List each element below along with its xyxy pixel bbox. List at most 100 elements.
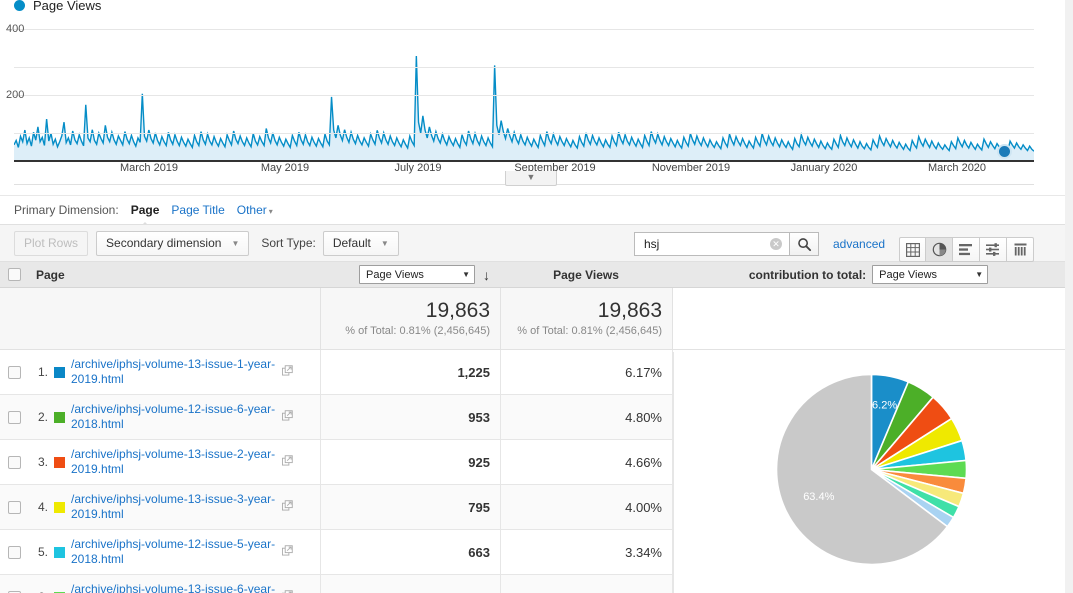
row-page-views: 663 bbox=[320, 530, 500, 574]
chevron-down-icon: ▼ bbox=[462, 270, 470, 279]
page-views-legend-dot bbox=[14, 0, 25, 11]
row-page-url[interactable]: /archive/iphsj-volume-13-issue-2-year-20… bbox=[71, 447, 278, 477]
x-tick-label: November 2019 bbox=[652, 162, 730, 174]
column-chart-icon bbox=[1014, 243, 1027, 256]
chevron-down-icon: ▾ bbox=[269, 207, 273, 216]
row-index: 3. bbox=[28, 455, 54, 469]
chart-plot-area[interactable] bbox=[14, 15, 1034, 160]
row-checkbox[interactable] bbox=[8, 546, 21, 559]
sort-type-button[interactable]: Default ▼ bbox=[323, 231, 399, 256]
row-percent: 2.94% bbox=[500, 575, 672, 593]
page-scrollbar[interactable] bbox=[1057, 0, 1065, 593]
sort-type-label: Sort Type: bbox=[261, 236, 315, 250]
chevron-down-icon: ▼ bbox=[231, 239, 239, 248]
select-all-cell bbox=[0, 268, 28, 281]
pie-slice-label: 6.2% bbox=[872, 399, 897, 411]
metric-select[interactable]: Page Views ▼ bbox=[359, 265, 475, 284]
header-metric-2[interactable]: Page Views bbox=[500, 268, 672, 282]
secondary-dimension-button[interactable]: Secondary dimension ▼ bbox=[96, 231, 249, 256]
open-in-new-icon[interactable] bbox=[282, 500, 293, 514]
primary-dimension-other[interactable]: Other▾ bbox=[237, 203, 273, 217]
row-select-cell bbox=[0, 530, 28, 574]
row-checkbox[interactable] bbox=[8, 366, 21, 379]
performance-view-icon[interactable] bbox=[953, 237, 980, 262]
gridline-100 bbox=[14, 133, 1034, 134]
gridline-400 bbox=[14, 29, 1034, 30]
plot-rows-button[interactable]: Plot Rows bbox=[14, 231, 88, 256]
row-page-views: 1,225 bbox=[320, 350, 500, 394]
timeline-chart: Page Views 400 200 March 2019May 2019Jul… bbox=[0, 0, 1065, 196]
row-page-url[interactable]: /archive/iphsj-volume-12-issue-5-year-20… bbox=[71, 537, 278, 567]
row-page-cell: 6./archive/iphsj-volume-13-issue-6-year-… bbox=[28, 575, 320, 593]
page-views-line bbox=[14, 15, 1034, 160]
sort-descending-icon[interactable]: ↓ bbox=[483, 268, 490, 282]
x-tick-label: March 2020 bbox=[928, 162, 986, 174]
row-color-swatch bbox=[54, 547, 65, 558]
open-in-new-icon[interactable] bbox=[282, 365, 293, 379]
row-select-cell bbox=[0, 575, 28, 593]
table-header-row: Page Page Views ▼ ↓ Page Views contribut… bbox=[0, 262, 1065, 288]
y-tick-200: 200 bbox=[6, 89, 24, 101]
pie-chart-icon bbox=[932, 242, 947, 257]
row-percent: 6.17% bbox=[500, 350, 672, 394]
contribution-select[interactable]: Page Views ▼ bbox=[872, 265, 988, 284]
row-page-url[interactable]: /archive/iphsj-volume-13-issue-3-year-20… bbox=[71, 492, 278, 522]
x-tick-label: July 2019 bbox=[394, 162, 441, 174]
pivot-view-icon[interactable] bbox=[1007, 237, 1034, 262]
table-totals-row: 19,863 % of Total: 0.81% (2,456,645) 19,… bbox=[0, 288, 1065, 350]
row-page-cell: 4./archive/iphsj-volume-13-issue-3-year-… bbox=[28, 485, 320, 529]
pie-view-icon[interactable] bbox=[926, 237, 953, 262]
header-page[interactable]: Page bbox=[28, 268, 320, 282]
comparison-view-icon[interactable] bbox=[980, 237, 1007, 262]
primary-dimension-label: Primary Dimension: bbox=[14, 203, 119, 217]
totals-value-2: 19,863 bbox=[598, 299, 662, 323]
clear-search-icon[interactable]: ✕ bbox=[770, 238, 782, 250]
totals-sub-2: % of Total: 0.81% (2,456,645) bbox=[517, 325, 662, 337]
select-all-checkbox[interactable] bbox=[8, 268, 21, 281]
primary-dimension-page-title[interactable]: Page Title bbox=[171, 203, 224, 217]
row-color-swatch bbox=[54, 367, 65, 378]
plot-rows-label: Plot Rows bbox=[24, 236, 78, 250]
contribution-pie-chart[interactable]: 6.2%63.4% bbox=[764, 362, 979, 577]
row-index: 2. bbox=[28, 410, 54, 424]
row-color-swatch bbox=[54, 457, 65, 468]
row-checkbox[interactable] bbox=[8, 501, 21, 514]
search-box[interactable]: ✕ bbox=[634, 232, 789, 256]
totals-value-1: 19,863 bbox=[426, 299, 490, 323]
row-index: 1. bbox=[28, 365, 54, 379]
row-checkbox[interactable] bbox=[8, 456, 21, 469]
search-button[interactable] bbox=[789, 232, 819, 256]
row-page-cell: 2. /archive/iphsj-volume-12-issue-6-year-… bbox=[28, 395, 320, 439]
chart-range-handle-right[interactable] bbox=[997, 144, 1012, 159]
chart-legend-label: Page Views bbox=[33, 0, 101, 13]
row-select-cell bbox=[0, 440, 28, 484]
row-page-url[interactable]: /archive/iphsj-volume-13-issue-6-year-20… bbox=[71, 582, 278, 593]
metric-select-value: Page Views bbox=[366, 269, 424, 281]
row-percent: 4.80% bbox=[500, 395, 672, 439]
primary-dimension-bar: Primary Dimension: Page Page Title Other… bbox=[0, 196, 1065, 224]
advanced-link[interactable]: advanced bbox=[833, 237, 885, 251]
row-checkbox[interactable] bbox=[8, 411, 21, 424]
row-select-cell bbox=[0, 485, 28, 529]
header-contribution: contribution to total: Page Views ▼ bbox=[672, 265, 1065, 284]
table-view-icon[interactable] bbox=[899, 237, 926, 262]
chart-expander-button[interactable]: ▼ bbox=[505, 171, 557, 186]
open-in-new-icon[interactable] bbox=[282, 545, 293, 559]
search-input[interactable] bbox=[642, 236, 770, 252]
page-views-line-path bbox=[14, 56, 1034, 151]
x-tick-label: May 2019 bbox=[261, 162, 309, 174]
open-in-new-icon[interactable] bbox=[282, 455, 293, 469]
header-metric-1: Page Views ▼ ↓ bbox=[320, 265, 500, 284]
row-page-views: 953 bbox=[320, 395, 500, 439]
row-page-cell: 1. /archive/iphsj-volume-13-issue-1-year-… bbox=[28, 350, 320, 394]
open-in-new-icon[interactable] bbox=[282, 410, 293, 424]
y-tick-400: 400 bbox=[6, 23, 24, 35]
primary-dimension-page[interactable]: Page bbox=[131, 203, 160, 217]
totals-metric-1: 19,863 % of Total: 0.81% (2,456,645) bbox=[320, 288, 500, 349]
row-page-url[interactable]: /archive/iphsj-volume-12-issue-6-year-20… bbox=[71, 402, 278, 432]
sort-type-value: Default bbox=[333, 236, 371, 250]
row-percent: 3.34% bbox=[500, 530, 672, 574]
totals-sub-1: % of Total: 0.81% (2,456,645) bbox=[345, 325, 490, 337]
gridline-300 bbox=[14, 67, 1034, 68]
row-page-url[interactable]: /archive/iphsj-volume-13-issue-1-year-20… bbox=[71, 357, 278, 387]
